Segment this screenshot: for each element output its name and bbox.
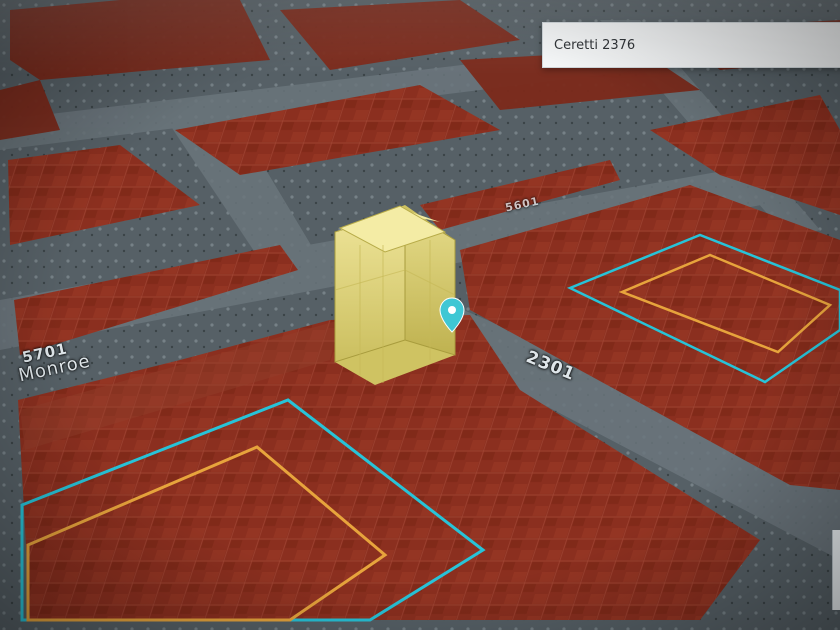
address-search-box[interactable]: Ceretti 2376 — [542, 22, 840, 68]
map-canvas[interactable] — [0, 0, 840, 630]
building-3d-extrusion — [334, 205, 456, 385]
map-viewport[interactable]: 5601 5701 Monroe 2301 — [0, 0, 840, 630]
side-panel-handle[interactable] — [832, 530, 840, 610]
address-search-value: Ceretti 2376 — [554, 37, 636, 53]
